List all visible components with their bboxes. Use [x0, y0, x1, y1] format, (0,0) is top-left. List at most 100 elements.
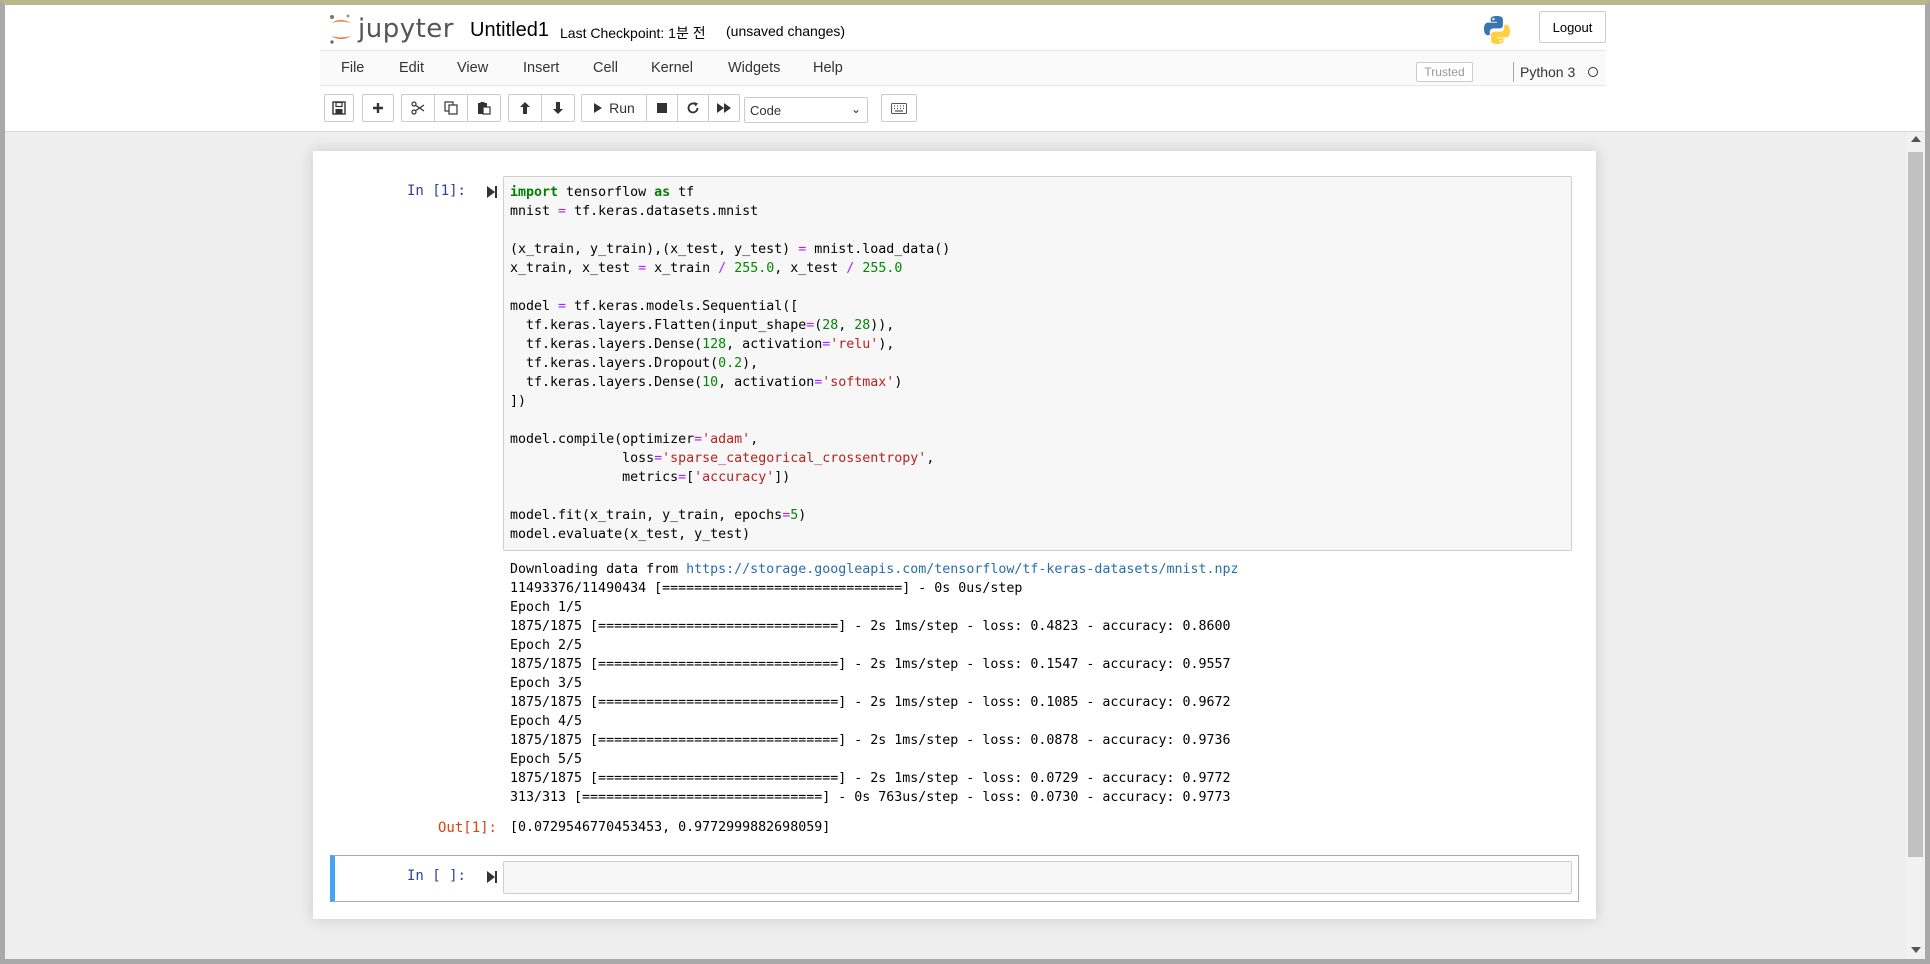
code-token: loss	[510, 451, 655, 466]
menu-view[interactable]: View	[457, 60, 488, 76]
code-token: 'adam'	[702, 432, 751, 447]
jupyter-logo-text: jupyter	[358, 14, 454, 44]
insert-cell-button[interactable]	[362, 94, 394, 122]
scissors-icon	[411, 101, 425, 115]
code-token: 0.2	[718, 356, 743, 371]
cut-button[interactable]	[401, 94, 435, 122]
code-token: 28	[822, 318, 839, 333]
paste-button[interactable]	[467, 94, 501, 122]
move-down-button[interactable]	[541, 94, 575, 122]
menu-help[interactable]: Help	[813, 60, 843, 76]
restart-kernel-button[interactable]	[677, 94, 709, 122]
jupyter-logo[interactable]: jupyter	[328, 12, 454, 46]
code-token: ,	[926, 451, 935, 466]
code-token: model.evaluate(x_test, y_test)	[510, 527, 751, 542]
trusted-badge[interactable]: Trusted	[1416, 62, 1473, 82]
code-token: 128	[702, 337, 727, 352]
training-log: 11493376/11490434 [=====================…	[510, 581, 1231, 805]
kernel-separator	[1513, 62, 1514, 82]
code-token: ])	[774, 470, 791, 485]
code-token: import	[510, 185, 559, 200]
code-token: /	[718, 261, 727, 276]
code-line: model.evaluate(x_test, y_test)	[510, 527, 750, 542]
code-token: ,	[838, 318, 855, 333]
code-line: model.fit(x_train, y_train, epochs=5)	[510, 508, 806, 523]
menubar: File Edit View Insert Cell Kernel Widget…	[320, 50, 1606, 86]
command-palette-button[interactable]	[881, 94, 917, 122]
save-button[interactable]	[324, 94, 354, 122]
menu-file[interactable]: File	[341, 60, 364, 76]
code-token: , activation	[726, 337, 823, 352]
code-line: loss='sparse_categorical_crossentropy',	[510, 451, 934, 466]
code-token: 'sparse_categorical_crossentropy'	[662, 451, 927, 466]
download-link[interactable]: https://storage.googleapis.com/tensorflo…	[686, 562, 1238, 577]
menu-kernel[interactable]: Kernel	[651, 60, 693, 76]
cell-type-value: Code	[750, 102, 782, 118]
chevron-down-icon: ⌄	[850, 102, 861, 116]
run-cell-icon[interactable]	[486, 185, 498, 199]
code-token: 28	[854, 318, 871, 333]
code-token: 'accuracy'	[694, 470, 775, 485]
keyboard-icon	[891, 102, 907, 114]
arrow-down-icon	[553, 102, 563, 114]
code-token: 255.0	[734, 261, 775, 276]
scroll-up-icon[interactable]	[1911, 136, 1921, 142]
code-token: =	[558, 299, 567, 314]
code-token: model	[510, 299, 559, 314]
notebook-name[interactable]: Untitled1	[470, 19, 549, 42]
code-token: [	[686, 470, 695, 485]
floppy-disk-icon	[332, 101, 346, 115]
code-token: , x_test	[774, 261, 847, 276]
scrollbar-thumb[interactable]	[1908, 152, 1923, 857]
code-token: ,	[750, 432, 759, 447]
code-token: )	[798, 508, 807, 523]
code-token: =	[654, 451, 663, 466]
logout-button[interactable]: Logout	[1539, 11, 1606, 43]
code-token: =	[782, 508, 791, 523]
code-token: tf.keras.layers.Dense(	[510, 375, 703, 390]
code-token: 255.0	[862, 261, 903, 276]
code-line: ])	[510, 394, 526, 409]
code-token: =	[678, 470, 687, 485]
move-up-button[interactable]	[508, 94, 542, 122]
code-token: ])	[510, 394, 527, 409]
last-checkpoint: Last Checkpoint: 1분 전	[560, 25, 706, 41]
code-line: (x_train, y_train),(x_test, y_test) = mn…	[510, 242, 950, 257]
code-line: mnist = tf.keras.datasets.mnist	[510, 204, 758, 219]
run-button[interactable]: Run	[581, 94, 647, 122]
code-token: metrics	[510, 470, 679, 485]
code-token: model.compile(optimizer	[510, 432, 695, 447]
interrupt-kernel-button[interactable]	[646, 94, 678, 122]
run-cell-icon[interactable]	[486, 870, 498, 884]
code-token: tf.keras.datasets.mnist	[566, 204, 759, 219]
code-token: ),	[742, 356, 759, 371]
plus-icon	[373, 103, 383, 113]
cell-stream-output: Downloading data from https://storage.go…	[510, 560, 1239, 807]
code-token: )	[894, 375, 903, 390]
refresh-icon	[687, 102, 699, 114]
menu-cell[interactable]: Cell	[593, 60, 618, 76]
menu-widgets[interactable]: Widgets	[728, 60, 780, 76]
menu-insert[interactable]: Insert	[523, 60, 559, 76]
empty-code-input[interactable]	[503, 861, 1572, 894]
run-button-label: Run	[609, 100, 635, 116]
code-token: as	[654, 185, 671, 200]
code-line: metrics=['accuracy'])	[510, 470, 790, 485]
code-token: tf.keras.layers.Dropout(	[510, 356, 719, 371]
code-line: model.compile(optimizer='adam',	[510, 432, 758, 447]
code-line: tf.keras.layers.Dense(10, activation='so…	[510, 375, 902, 390]
code-editor[interactable]: import tensorflow as tf mnist = tf.keras…	[510, 183, 950, 544]
code-token: tf.keras.layers.Flatten(input_shape	[510, 318, 807, 333]
code-token: )),	[870, 318, 895, 333]
code-token: , activation	[718, 375, 815, 390]
restart-run-all-button[interactable]	[708, 94, 740, 122]
code-token: tf	[670, 185, 695, 200]
menu-edit[interactable]: Edit	[399, 60, 424, 76]
cell-type-select[interactable]: Code ⌄	[744, 97, 868, 123]
copy-button[interactable]	[434, 94, 468, 122]
input-prompt-empty: In [ ]:	[406, 868, 466, 884]
code-line: tf.keras.layers.Flatten(input_shape=(28,…	[510, 318, 894, 333]
scroll-down-icon[interactable]	[1911, 947, 1921, 953]
autosave-status: (unsaved changes)	[726, 23, 846, 39]
